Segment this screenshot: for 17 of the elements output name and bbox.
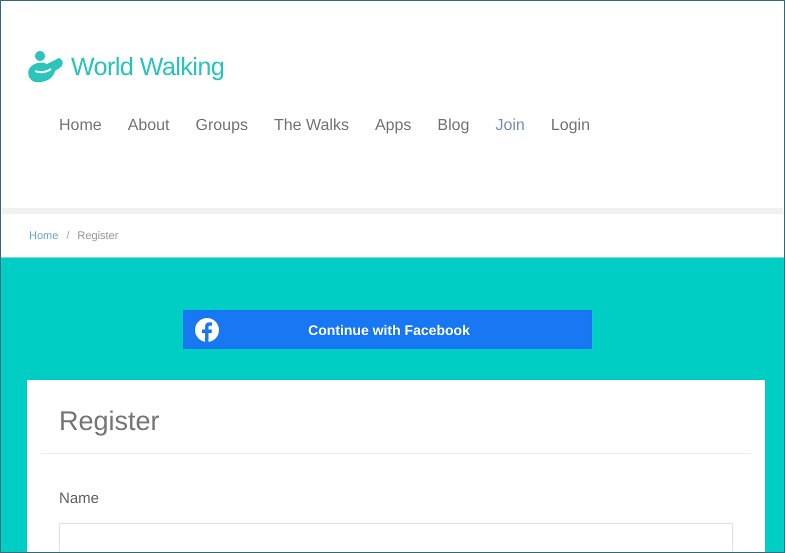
nav-link[interactable]: Blog [427, 113, 480, 139]
nav-link[interactable]: Login [540, 113, 600, 139]
breadcrumb-separator: / [66, 230, 70, 242]
facebook-icon [194, 318, 218, 342]
nav-link[interactable]: Apps [364, 113, 422, 139]
nav-link[interactable]: Home [49, 113, 112, 139]
breadcrumb-current: Register [77, 230, 118, 242]
field-label: Name [59, 490, 100, 507]
logo-icon [27, 49, 65, 85]
breadcrumb-link[interactable]: Home [29, 230, 58, 242]
nav-link[interactable]: Join [485, 113, 535, 139]
nav-link[interactable]: Groups [186, 113, 258, 139]
nav-link[interactable]: About [118, 113, 180, 139]
facebook-button[interactable]: Continue with Facebook [182, 310, 592, 349]
form-title: Register [41, 380, 751, 454]
input-field[interactable] [59, 523, 733, 552]
nav-link[interactable]: The Walks [264, 113, 359, 139]
